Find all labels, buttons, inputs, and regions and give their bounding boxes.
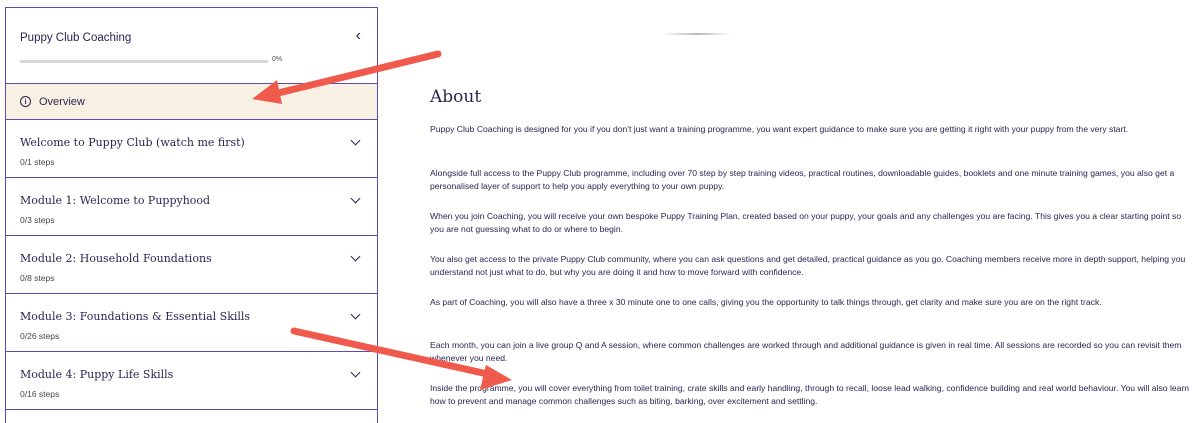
chevron-down-icon[interactable] bbox=[350, 193, 361, 204]
about-paragraph: As part of Coaching, you will also have … bbox=[430, 297, 1102, 307]
about-paragraph: Puppy Club Coaching is designed for you … bbox=[430, 124, 1129, 134]
module-item[interactable]: Welcome to Puppy Club (watch me first) 0… bbox=[6, 120, 377, 178]
about-paragraph: Each month, you can join a live group Q … bbox=[430, 340, 1182, 363]
module-title: Module 3: Foundations & Essential Skills bbox=[20, 310, 251, 323]
progress-percent: 0% bbox=[272, 56, 283, 63]
module-steps: 0/3 steps bbox=[20, 215, 55, 225]
about-paragraph: When you join Coaching, you will receive… bbox=[430, 211, 1182, 234]
module-steps: 0/26 steps bbox=[20, 331, 60, 341]
info-icon: i bbox=[20, 96, 31, 107]
module-item[interactable]: Module 3: Foundations & Essential Skills… bbox=[6, 294, 377, 352]
chevron-down-icon[interactable] bbox=[350, 367, 361, 378]
about-paragraph: Inside the programme, you will cover eve… bbox=[430, 383, 1190, 406]
module-item[interactable]: Module 1: Welcome to Puppyhood 0/3 steps bbox=[6, 178, 377, 236]
chevron-down-icon[interactable] bbox=[350, 309, 361, 320]
course-sidebar: Puppy Club Coaching ‹ 0% i Overview Welc… bbox=[5, 7, 378, 423]
module-title: Module 4: Puppy Life Skills bbox=[20, 368, 174, 381]
module-title: Module 2: Household Foundations bbox=[20, 252, 212, 265]
course-progress-bar bbox=[20, 60, 268, 63]
module-item[interactable]: Module 2: Household Foundations 0/8 step… bbox=[6, 236, 377, 294]
module-item[interactable]: Module 4: Puppy Life Skills 0/16 steps bbox=[6, 352, 377, 410]
collapse-sidebar-button[interactable]: ‹ bbox=[356, 27, 361, 45]
chevron-down-icon[interactable] bbox=[350, 251, 361, 262]
course-title: Puppy Club Coaching bbox=[20, 32, 132, 44]
about-paragraph: You also get access to the private Puppy… bbox=[430, 254, 1186, 277]
chevron-left-icon: ‹ bbox=[355, 27, 361, 44]
hero-image-edge bbox=[662, 33, 732, 35]
chevron-down-icon[interactable] bbox=[350, 135, 361, 146]
module-steps: 0/1 steps bbox=[20, 157, 55, 167]
overview-link[interactable]: i Overview bbox=[6, 84, 377, 120]
module-title: Module 1: Welcome to Puppyhood bbox=[20, 194, 211, 207]
sidebar-header: Puppy Club Coaching ‹ 0% bbox=[6, 8, 377, 84]
overview-label: Overview bbox=[39, 95, 85, 108]
module-steps: 0/16 steps bbox=[20, 389, 60, 399]
about-paragraph: Alongside full access to the Puppy Club … bbox=[430, 168, 1175, 191]
module-steps: 0/8 steps bbox=[20, 273, 55, 283]
module-title: Welcome to Puppy Club (watch me first) bbox=[20, 136, 245, 149]
main-content: About Puppy Club Coaching is designed fo… bbox=[379, 0, 1202, 423]
about-heading: About bbox=[430, 87, 482, 107]
